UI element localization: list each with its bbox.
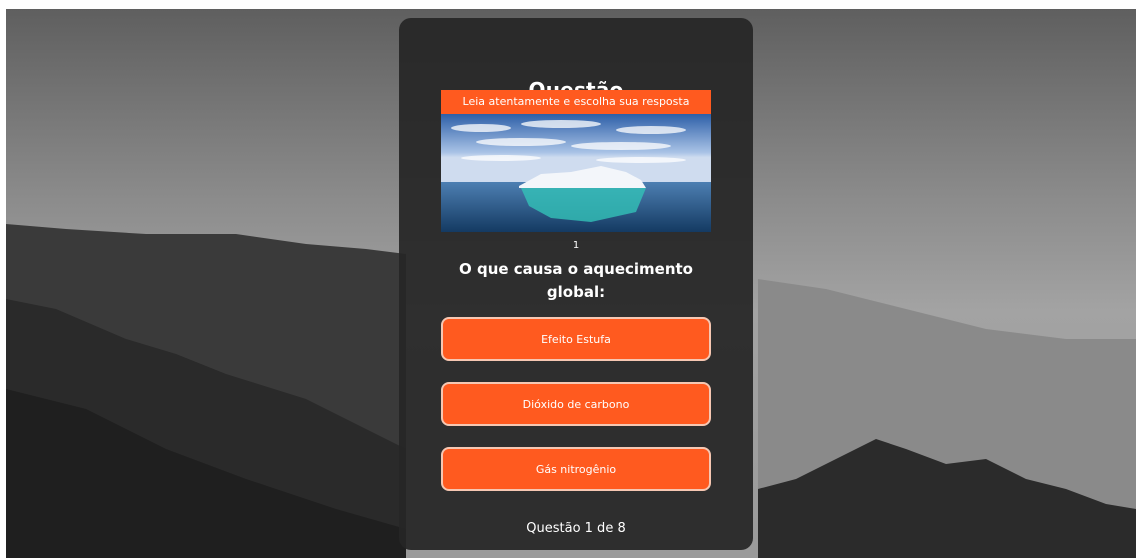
answer-option-label: Gás nitrogênio [535, 462, 617, 476]
instruction-banner: Leia atentamente e escolha sua resposta [441, 90, 711, 114]
answer-option-gas-nitrogenio[interactable]: Gás nitrogênio [441, 447, 711, 491]
quiz-card: Questão Leia atentamente e escolha sua r… [399, 18, 753, 550]
answer-option-label: Efeito Estufa [541, 332, 611, 346]
question-text: O que causa o aquecimento global: [459, 260, 693, 301]
question-progress: Questão 1 de 8 [526, 521, 626, 536]
iceberg-image [441, 114, 711, 232]
answer-option-dioxido-de-carbono[interactable]: Dióxido de carbono [441, 382, 711, 426]
answer-option-efeito-estufa[interactable]: Efeito Estufa [441, 317, 711, 361]
answer-option-label: Dióxido de carbono [522, 397, 630, 411]
question-number: 1 [572, 240, 580, 251]
